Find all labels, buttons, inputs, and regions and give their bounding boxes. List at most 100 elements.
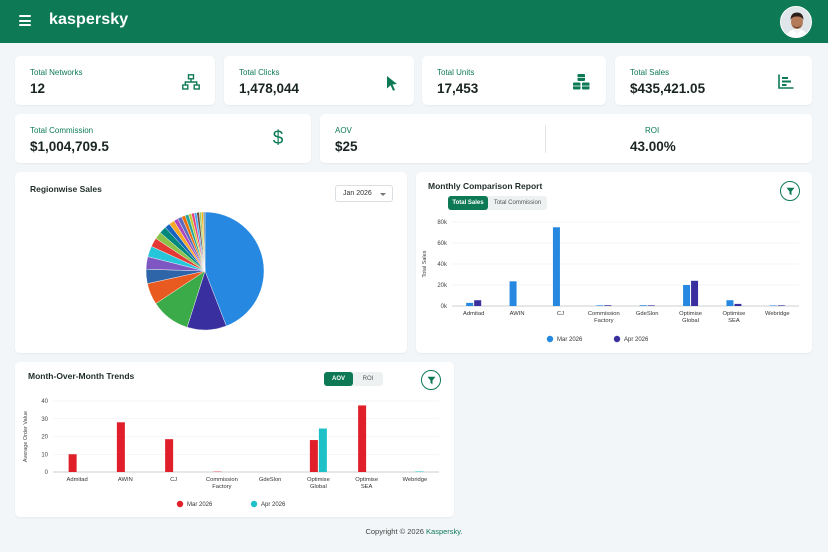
cubes-icon [573, 74, 590, 90]
x-tick-label: CJ [170, 477, 177, 483]
monthly-comparison-card: Monthly Comparison Report Total Sales To… [416, 172, 812, 353]
y-tick-label: 20k [437, 283, 448, 289]
mom-bar-chart: 0 10 20 30 40 Average Order Value Admitad AWIN C… [23, 399, 439, 508]
bar-mar-2026 [509, 281, 517, 306]
x-tick-label: Optimise [355, 477, 378, 483]
kpi-card-commission: Total Commission $1,004,709.5 $ [15, 114, 311, 163]
kpi-label: Total Clicks [239, 68, 280, 77]
bar-mar-2026 [639, 305, 647, 306]
y-tick-label: 40 [41, 399, 48, 405]
roi-value: 43.00% [630, 139, 676, 154]
bar-mar-2026 [68, 454, 77, 472]
y-tick-label: 0 [45, 470, 49, 476]
bar-mar-2026 [726, 300, 734, 306]
bar-apr-2026 [777, 305, 785, 306]
y-tick-label: 0k [441, 304, 448, 310]
bar-mar-2026 [552, 227, 560, 306]
legend-label: Mar 2026 [187, 502, 213, 508]
user-avatar-icon[interactable] [780, 6, 812, 38]
x-tick-label: Optimise [307, 477, 330, 483]
x-tick-label: Webridge [403, 477, 428, 483]
bar-mar-2026 [309, 440, 318, 472]
legend-marker [613, 335, 621, 343]
kpi-card-sales: Total Sales $435,421.05 [615, 56, 812, 105]
y-tick-label: 20 [41, 435, 48, 441]
y-tick-label: 30 [41, 417, 48, 423]
x-tick-label: CJ [557, 311, 564, 317]
footer-brand-link[interactable]: Kaspersky. [426, 527, 463, 536]
x-tick-label: AWIN [510, 311, 525, 317]
kpi-label: Total Sales [630, 68, 670, 77]
regionwise-sales-card: Regionwise Sales Jan 2026 [15, 172, 407, 353]
bar-mar-2026 [165, 439, 174, 472]
bar-mar-2026 [466, 302, 474, 306]
y-axis-label: Total Sales [422, 250, 428, 277]
kpi-card-units: Total Units 17,453 [422, 56, 606, 105]
top-bar: kaspersky [0, 0, 828, 43]
brand-logo[interactable]: kaspersky [49, 11, 128, 29]
x-tick-label: Global [310, 484, 327, 490]
x-tick-label: SEA [361, 484, 373, 490]
x-tick-label: GdeSlon [636, 311, 659, 317]
kpi-value: 12 [30, 81, 46, 96]
bar-mar-2026 [116, 422, 125, 472]
x-tick-label: Commission [206, 477, 238, 483]
x-tick-label: AWIN [118, 477, 133, 483]
x-tick-label: Admitad [66, 477, 87, 483]
network-icon [182, 74, 200, 90]
legend-label: Apr 2026 [624, 337, 649, 343]
kpi-value: 17,453 [437, 81, 479, 96]
kpi-label: Total Commission [30, 126, 94, 135]
monthly-bar-chart: 0k 20k 40k 60k 80k Total Sales Admitad AWIN CJ Co… [422, 220, 799, 343]
x-tick-label: Admitad [463, 311, 484, 317]
x-tick-label: Webridge [765, 311, 790, 317]
y-tick-label: 80k [437, 220, 448, 226]
x-tick-label: Optimise [679, 311, 702, 317]
roi-label: ROI [645, 126, 660, 135]
y-tick-label: 60k [437, 241, 448, 247]
kpi-label: Total Networks [30, 68, 83, 77]
bar-mar-2026 [596, 305, 604, 306]
bar-list-icon [778, 74, 794, 89]
bar-mar-2026 [683, 285, 691, 306]
x-tick-label: Factory [594, 318, 613, 324]
bar-apr-2026 [474, 300, 482, 306]
bar-apr-2026 [318, 428, 327, 472]
aov-label: AOV [335, 126, 352, 135]
legend-marker [546, 335, 554, 343]
kpi-label: Total Units [437, 68, 475, 77]
x-tick-label: Global [682, 318, 699, 324]
divider [545, 125, 546, 153]
kpi-value: 1,478,044 [239, 81, 300, 96]
bar-mar-2026 [769, 305, 777, 306]
regionwise-pie-chart [145, 211, 265, 331]
hamburger-icon[interactable] [19, 15, 31, 26]
kpi-card-clicks: Total Clicks 1,478,044 [224, 56, 414, 105]
bar-apr-2026 [691, 280, 699, 306]
bar-mar-2026 [358, 405, 367, 472]
x-tick-label: Factory [212, 484, 231, 490]
bar-apr-2026 [647, 305, 655, 306]
x-tick-label: Optimise [723, 311, 746, 317]
y-tick-label: 40k [437, 262, 448, 268]
kpi-value: $1,004,709.5 [30, 139, 109, 154]
x-tick-label: SEA [728, 318, 740, 324]
footer: Copyright © 2026 Kaspersky. [0, 527, 828, 536]
y-axis-label: Average Order Value [23, 411, 29, 462]
svg-text:$: $ [273, 128, 284, 149]
kpi-card-networks: Total Networks 12 [15, 56, 215, 105]
legend-marker [250, 500, 258, 508]
legend-label: Apr 2026 [261, 502, 286, 508]
aov-value: $25 [335, 139, 358, 154]
kpi-card-aov-roi: AOV $25 ROI 43.00% [320, 114, 812, 163]
legend-label: Mar 2026 [557, 337, 583, 343]
x-tick-label: GdeSlon [259, 477, 282, 483]
bar-apr-2026 [734, 303, 742, 306]
legend-marker [176, 500, 184, 508]
kpi-value: $435,421.05 [630, 81, 706, 96]
bar-apr-2026 [604, 305, 612, 306]
cursor-icon [387, 76, 397, 91]
dollar-icon: $ [273, 128, 284, 149]
bar-apr-2026 [415, 471, 424, 472]
copyright-text: Copyright © 2026 [365, 527, 424, 536]
